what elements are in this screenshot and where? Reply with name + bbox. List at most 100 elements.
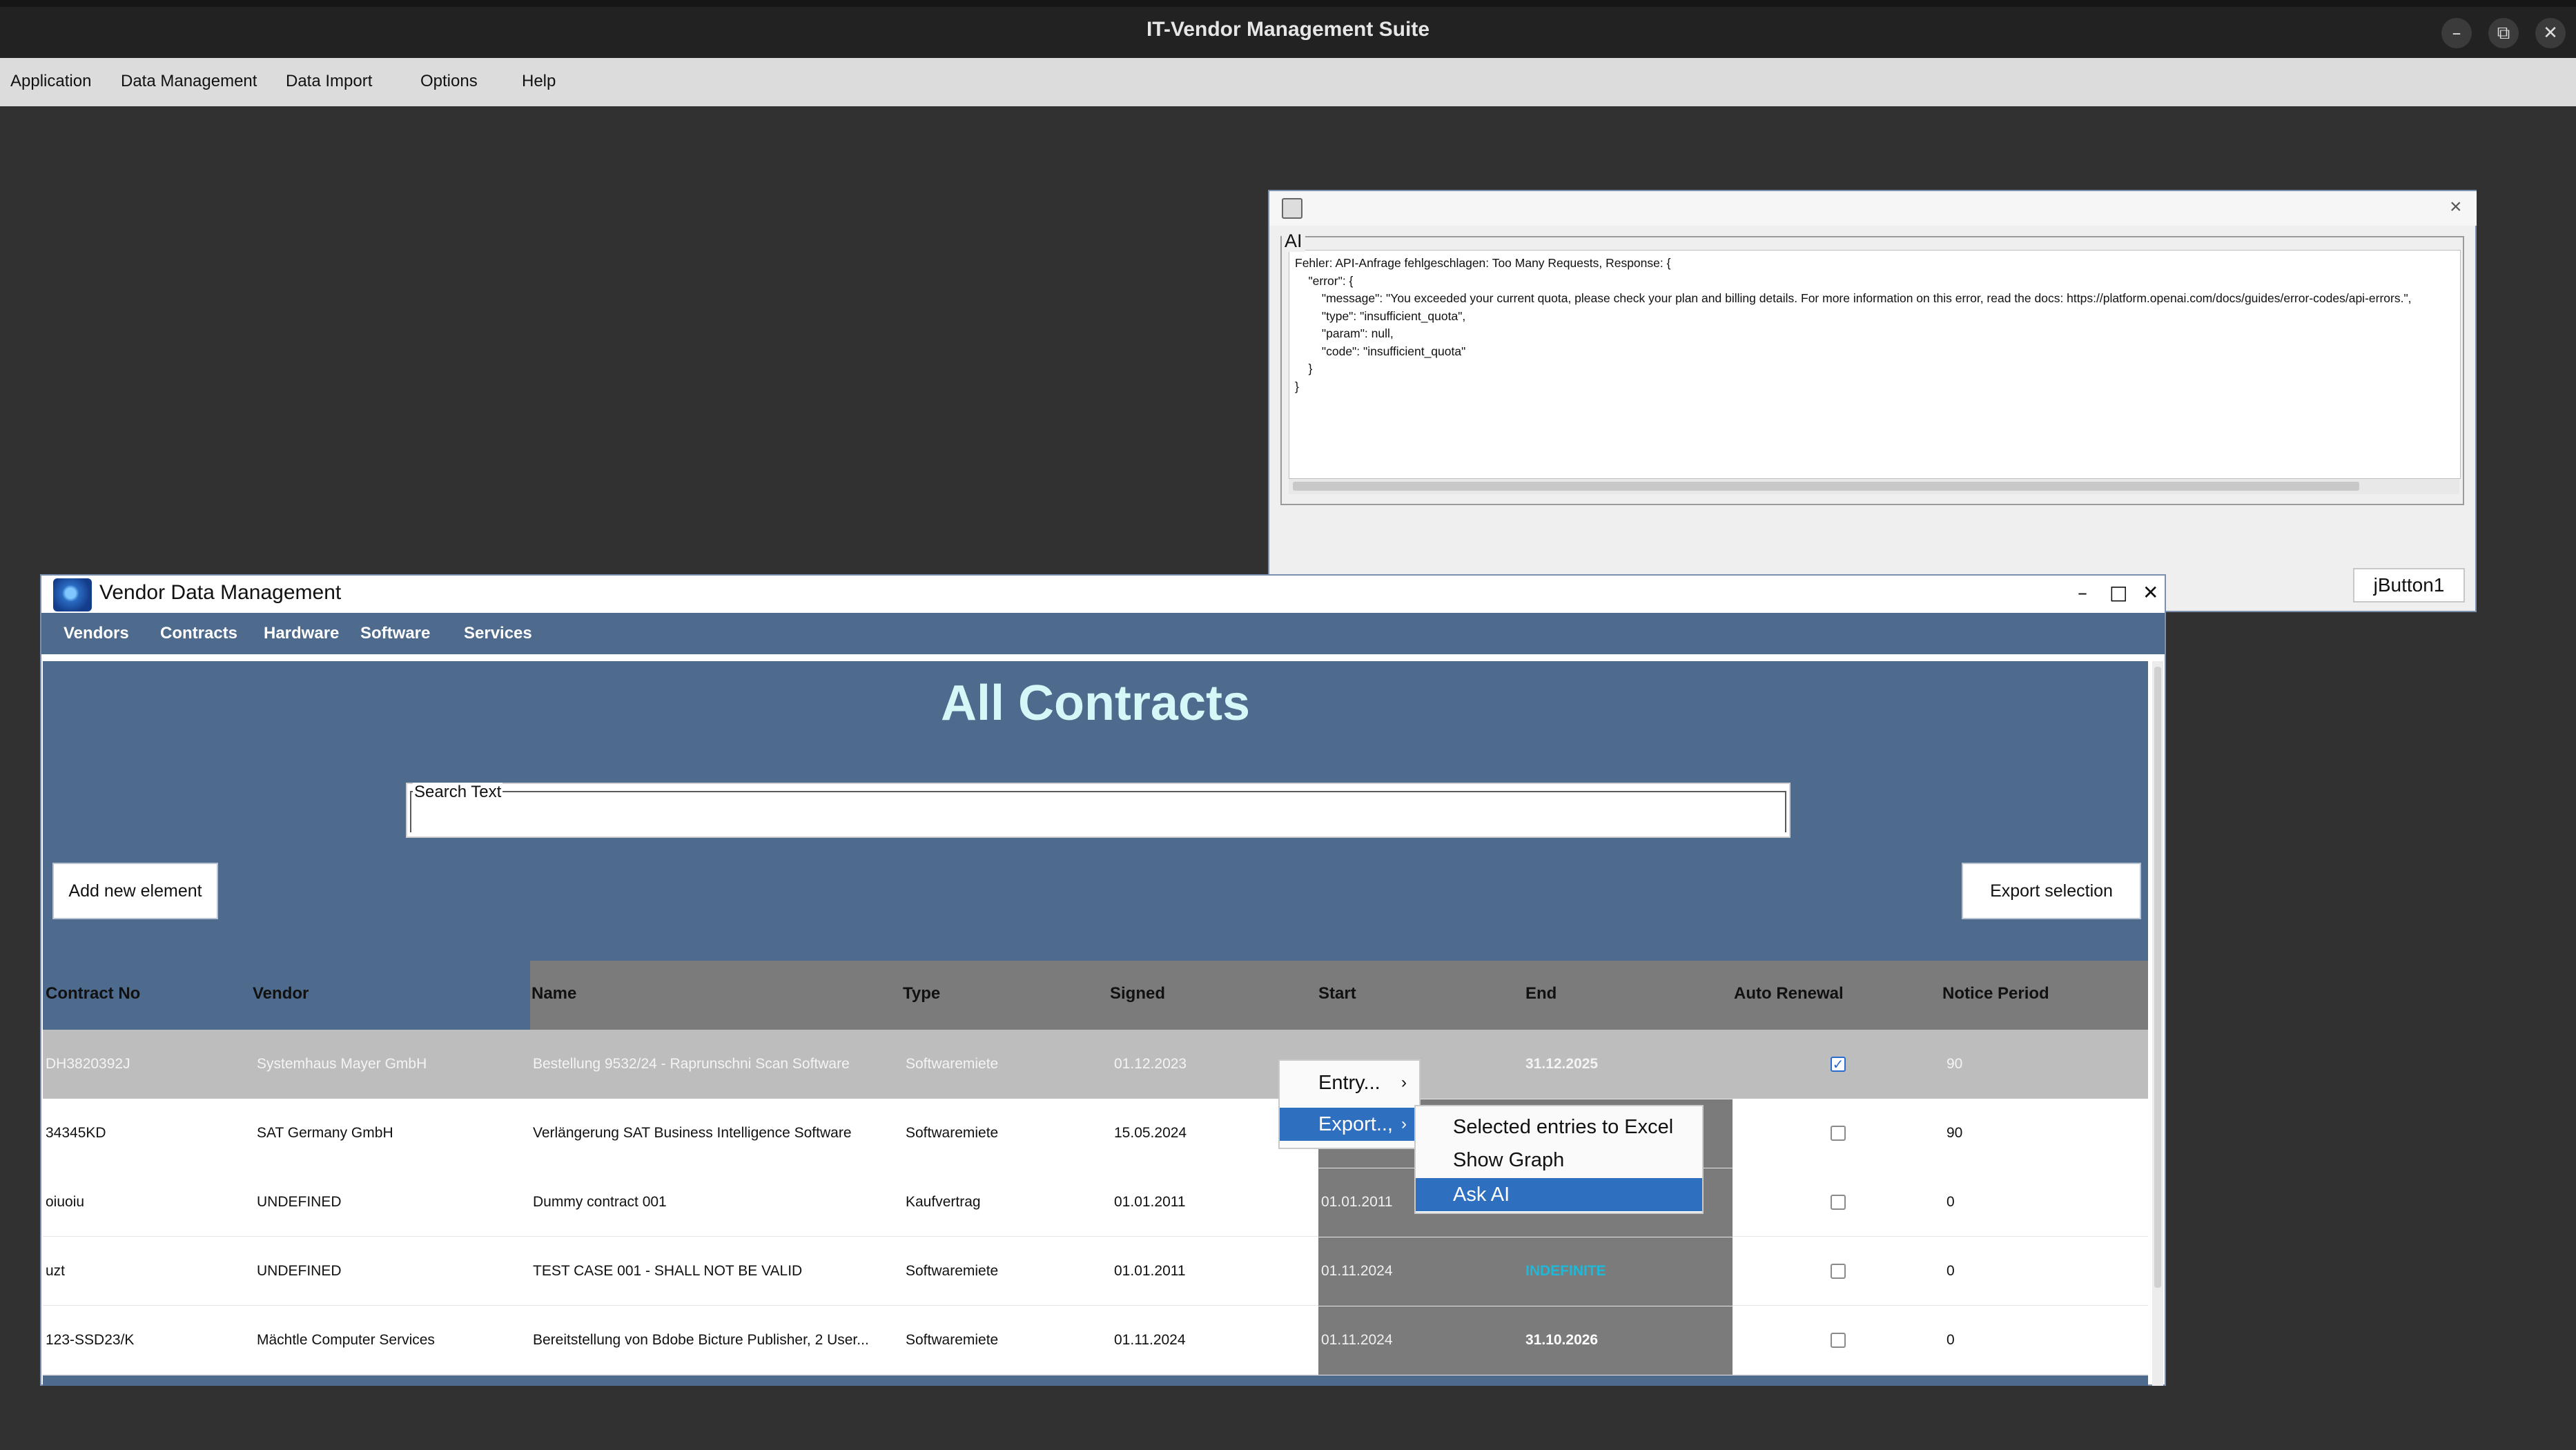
ai-response-text: Fehler: API-Anfrage fehlgeschlagen: Too … (1295, 256, 2412, 393)
menu-data-management[interactable]: Data Management (121, 72, 257, 91)
menu-hardware[interactable]: Hardware (264, 624, 339, 643)
restore-icon[interactable]: ⧉ (2488, 18, 2519, 48)
table-row[interactable]: DH3820392J Systemhaus Mayer GmbH Bestell… (43, 1030, 2148, 1099)
submenu-item-selected-to-excel[interactable]: Selected entries to Excel (1416, 1110, 1702, 1144)
cell-end: 31.12.2025 (1525, 1056, 1599, 1072)
menu-software[interactable]: Software (360, 624, 430, 643)
cell-type: Kaufvertrag (906, 1194, 981, 1210)
menu-data-import[interactable]: Data Import (286, 72, 372, 91)
auto-renewal-checkbox[interactable]: ✓ (1831, 1057, 1846, 1072)
app-title: IT-Vendor Management Suite (1146, 18, 1430, 41)
java-app-icon (1282, 198, 1302, 219)
context-menu: Entry... › Export.., › (1278, 1059, 1421, 1149)
col-signed[interactable]: Signed (1110, 961, 1165, 1030)
auto-renewal-checkbox[interactable] (1831, 1264, 1846, 1279)
cell-notice-period: 0 (1946, 1332, 1955, 1348)
table-row[interactable]: 123-SSD23/K Mächtle Computer Services Be… (43, 1306, 2148, 1375)
search-frame (410, 791, 1786, 832)
vendor-vertical-scrollbar[interactable] (2152, 661, 2163, 1386)
context-item-export[interactable]: Export.., › (1280, 1108, 1419, 1141)
cell-notice-period: 90 (1946, 1056, 1963, 1072)
cell-type: Softwaremiete (906, 1125, 999, 1141)
menu-options[interactable]: Options (420, 72, 478, 91)
context-item-entry[interactable]: Entry... › (1280, 1066, 1419, 1099)
cell-end: 31.10.2026 (1525, 1332, 1599, 1348)
cell-start: 01.11.2024 (1321, 1263, 1393, 1279)
ai-dialog: × Fehler: API-Anfrage fehlgeschlagen: To… (1268, 190, 2477, 612)
cell-type: Softwaremiete (906, 1332, 999, 1348)
cell-vendor: Mächtle Computer Services (257, 1332, 435, 1348)
col-type[interactable]: Type (903, 961, 940, 1030)
ai-horizontal-scrollbar[interactable] (1289, 479, 2459, 494)
table-row[interactable]: oiuoiu UNDEFINED Dummy contract 001 Kauf… (43, 1168, 2148, 1237)
search-label: Search Text (413, 783, 503, 802)
cell-contract-no: 123-SSD23/K (46, 1332, 135, 1348)
vendor-menu-bar: Vendors Contracts Hardware Software Serv… (41, 613, 2165, 654)
cell-signed: 01.12.2023 (1114, 1056, 1187, 1072)
cell-name: Dummy contract 001 (533, 1194, 667, 1210)
cell-name: Verlängerung SAT Business Intelligence S… (533, 1125, 852, 1141)
col-start[interactable]: Start (1318, 961, 1356, 1030)
cell-contract-no: oiuoiu (46, 1194, 85, 1210)
ai-response-group: Fehler: API-Anfrage fehlgeschlagen: Too … (1280, 236, 2464, 505)
close-icon[interactable]: ✕ (2535, 18, 2566, 48)
vendor-maximize-icon[interactable]: □ (2109, 581, 2127, 604)
vendor-close-icon[interactable]: ✕ (2143, 581, 2158, 604)
jbutton1[interactable]: jButton1 (2353, 568, 2465, 602)
minimize-icon[interactable]: – (2441, 18, 2472, 48)
col-notice-period[interactable]: Notice Period (1942, 961, 2049, 1030)
col-end[interactable]: End (1525, 961, 1557, 1030)
cell-signed: 01.11.2024 (1114, 1332, 1186, 1348)
export-submenu: Selected entries to Excel Show Graph Ask… (1414, 1105, 1704, 1214)
cell-signed: 01.01.2011 (1114, 1263, 1186, 1279)
submenu-item-show-graph[interactable]: Show Graph (1416, 1144, 1702, 1177)
export-selection-button[interactable]: Export selection (1962, 863, 2141, 919)
col-auto-renewal[interactable]: Auto Renewal (1734, 961, 1844, 1030)
cell-type: Softwaremiete (906, 1263, 999, 1279)
menu-help[interactable]: Help (522, 72, 556, 91)
vendor-minimize-icon[interactable]: – (2078, 581, 2087, 604)
cell-start: 01.01.2011 (1321, 1194, 1393, 1210)
cell-name: Bestellung 9532/24 - Raprunschni Scan So… (533, 1056, 850, 1072)
auto-renewal-checkbox[interactable] (1831, 1126, 1846, 1141)
cell-vendor: UNDEFINED (257, 1263, 342, 1279)
add-new-element-button[interactable]: Add new element (52, 863, 218, 919)
table-row[interactable]: 34345KD SAT Germany GmbH Verlängerung SA… (43, 1099, 2148, 1168)
menu-application[interactable]: Application (10, 72, 91, 91)
cell-name: TEST CASE 001 - SHALL NOT BE VALID (533, 1263, 803, 1279)
contracts-panel: All Contracts Search Text Add new elemen… (43, 661, 2148, 1386)
ai-group-label: AI (1282, 231, 1305, 252)
auto-renewal-checkbox[interactable] (1831, 1195, 1846, 1210)
cell-type: Softwaremiete (906, 1056, 999, 1072)
vendor-window-header: Vendor Data Management – □ ✕ (41, 576, 2165, 613)
vendor-scrollbar-thumb[interactable] (2154, 667, 2161, 1288)
col-vendor[interactable]: Vendor (253, 961, 309, 1030)
submenu-item-ask-ai[interactable]: Ask AI (1416, 1178, 1702, 1211)
cell-end: INDEFINITE (1525, 1263, 1606, 1279)
page-title: All Contracts (940, 676, 1251, 731)
menu-vendors[interactable]: Vendors (64, 624, 129, 643)
col-contract-no[interactable]: Contract No (46, 961, 140, 1030)
cell-signed: 01.01.2011 (1114, 1194, 1186, 1210)
vendor-window-title: Vendor Data Management (99, 581, 342, 604)
menu-contracts[interactable]: Contracts (160, 624, 237, 643)
ai-scrollbar-thumb[interactable] (1293, 482, 2359, 491)
ai-dialog-close-icon[interactable]: × (2450, 195, 2462, 219)
menu-services[interactable]: Services (464, 624, 532, 643)
cell-vendor: Systemhaus Mayer GmbH (257, 1056, 427, 1072)
main-menu-bar: Application Data Management Data Import … (0, 58, 2576, 106)
vendor-logo-icon (53, 578, 92, 611)
submenu-arrow-icon: › (1401, 1115, 1407, 1133)
cell-signed: 15.05.2024 (1114, 1125, 1187, 1141)
cell-vendor: SAT Germany GmbH (257, 1125, 393, 1141)
col-name[interactable]: Name (531, 961, 576, 1030)
table-row[interactable]: uzt UNDEFINED TEST CASE 001 - SHALL NOT … (43, 1237, 2148, 1306)
cell-contract-no: uzt (46, 1263, 66, 1279)
cell-notice-period: 90 (1946, 1125, 1963, 1141)
cell-vendor: UNDEFINED (257, 1194, 342, 1210)
ai-dialog-header: × (1269, 191, 2477, 226)
table-header: Contract No Vendor Name Type Signed Star… (43, 961, 2148, 1030)
auto-renewal-checkbox[interactable] (1831, 1333, 1846, 1348)
search-input[interactable]: Search Text (406, 783, 1790, 838)
ai-response-textarea[interactable]: Fehler: API-Anfrage fehlgeschlagen: Too … (1289, 250, 2461, 479)
